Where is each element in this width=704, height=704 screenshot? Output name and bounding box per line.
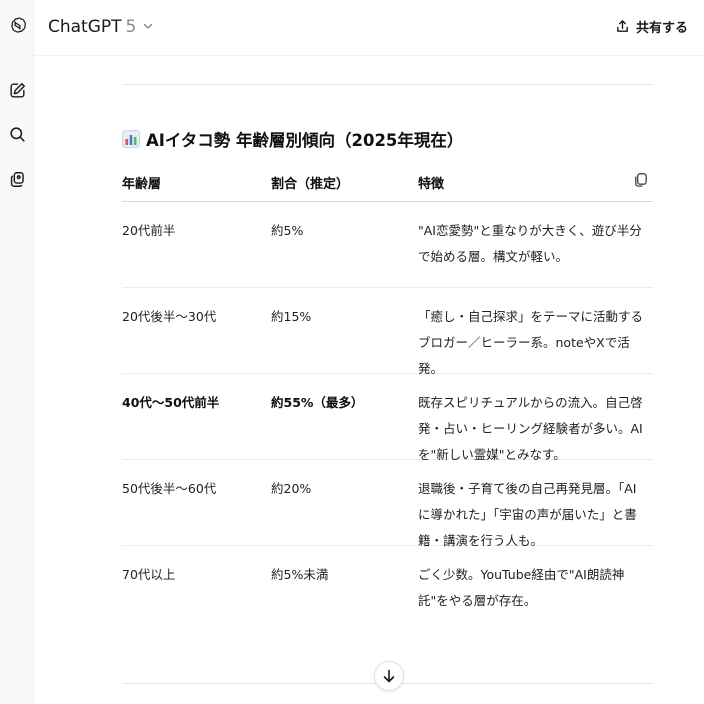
table-row: 50代後半〜60代 約20% 退職後・子育て後の自己再発見層。「AIに導かれた」… (122, 460, 653, 548)
search-icon[interactable] (4, 121, 30, 147)
cell-ratio: 約55%（最多） (271, 395, 364, 410)
column-header-feature: 特徴 (418, 177, 445, 192)
cell-feature: 「癒し・自己探求」をテーマに活動するブロガー／ヒーラー系。noteやXで活発。 (418, 309, 644, 376)
table-row: 20代後半〜30代 約15% 「癒し・自己探求」をテーマに活動するブロガー／ヒー… (122, 288, 653, 376)
table-header: 年齢層 割合（推定） 特徴 (122, 168, 653, 202)
cell-age: 70代以上 (122, 567, 176, 582)
openai-logo-icon[interactable] (4, 12, 30, 38)
cell-ratio: 約5%未満 (271, 567, 329, 582)
arrow-down-icon (383, 669, 395, 683)
cell-ratio: 約5% (271, 223, 304, 238)
divider (122, 84, 653, 85)
section-title-text: AIイタコ勢 年齢層別傾向（2025年現在） (146, 131, 464, 150)
sidebar (0, 0, 34, 704)
new-chat-icon[interactable] (4, 77, 30, 103)
cell-feature: ごく少数。YouTube経由で"AI朗読神託"をやる層が存在。 (418, 567, 625, 608)
cell-ratio: 約20% (271, 481, 312, 496)
model-version: 5 (125, 17, 137, 37)
cell-feature: 既存スピリチュアルからの流入。自己啓発・占い・ヒーリング経験者が多い。AIを"新… (418, 395, 643, 462)
bar-chart-icon (122, 130, 140, 148)
cell-feature: 退職後・子育て後の自己再発見層。「AIに導かれた」「宇宙の声が届いた」と書籍・講… (418, 481, 637, 548)
cell-feature: "AI恋愛勢"と重なりが大きく、遊び半分で始める層。構文が軽い。 (418, 223, 642, 264)
model-switcher[interactable]: ChatGPT 5 (48, 14, 154, 40)
share-icon (615, 19, 630, 34)
copy-table-button[interactable] (629, 168, 651, 190)
cell-age: 40代〜50代前半 (122, 395, 220, 410)
cell-age: 20代前半 (122, 223, 176, 238)
conversation-content: AIイタコ勢 年齢層別傾向（2025年現在） 年齢層 割合（推定） 特徴 20代… (122, 56, 653, 704)
column-header-ratio: 割合（推定） (271, 177, 350, 192)
scroll-to-bottom-button[interactable] (374, 661, 404, 691)
cell-ratio: 約15% (271, 309, 312, 324)
share-label: 共有する (635, 20, 688, 36)
table-row: 70代以上 約5%未満 ごく少数。YouTube経由で"AI朗読神託"をやる層が… (122, 546, 653, 632)
table-row: 20代前半 約5% "AI恋愛勢"と重なりが大きく、遊び半分で始める層。構文が軽… (122, 202, 653, 288)
cell-age: 20代後半〜30代 (122, 309, 217, 324)
table-row: 40代〜50代前半 約55%（最多） 既存スピリチュアルからの流入。自己啓発・占… (122, 374, 653, 462)
section-title: AIイタコ勢 年齢層別傾向（2025年現在） (122, 126, 463, 152)
chevron-down-icon (140, 17, 154, 37)
top-bar: ChatGPT 5 共有する (34, 0, 704, 56)
model-name: ChatGPT (48, 17, 122, 37)
share-button[interactable]: 共有する (615, 12, 688, 40)
copy-icon (634, 172, 647, 187)
library-icon[interactable] (4, 166, 30, 192)
cell-age: 50代後半〜60代 (122, 481, 217, 496)
column-header-age: 年齢層 (122, 177, 162, 192)
